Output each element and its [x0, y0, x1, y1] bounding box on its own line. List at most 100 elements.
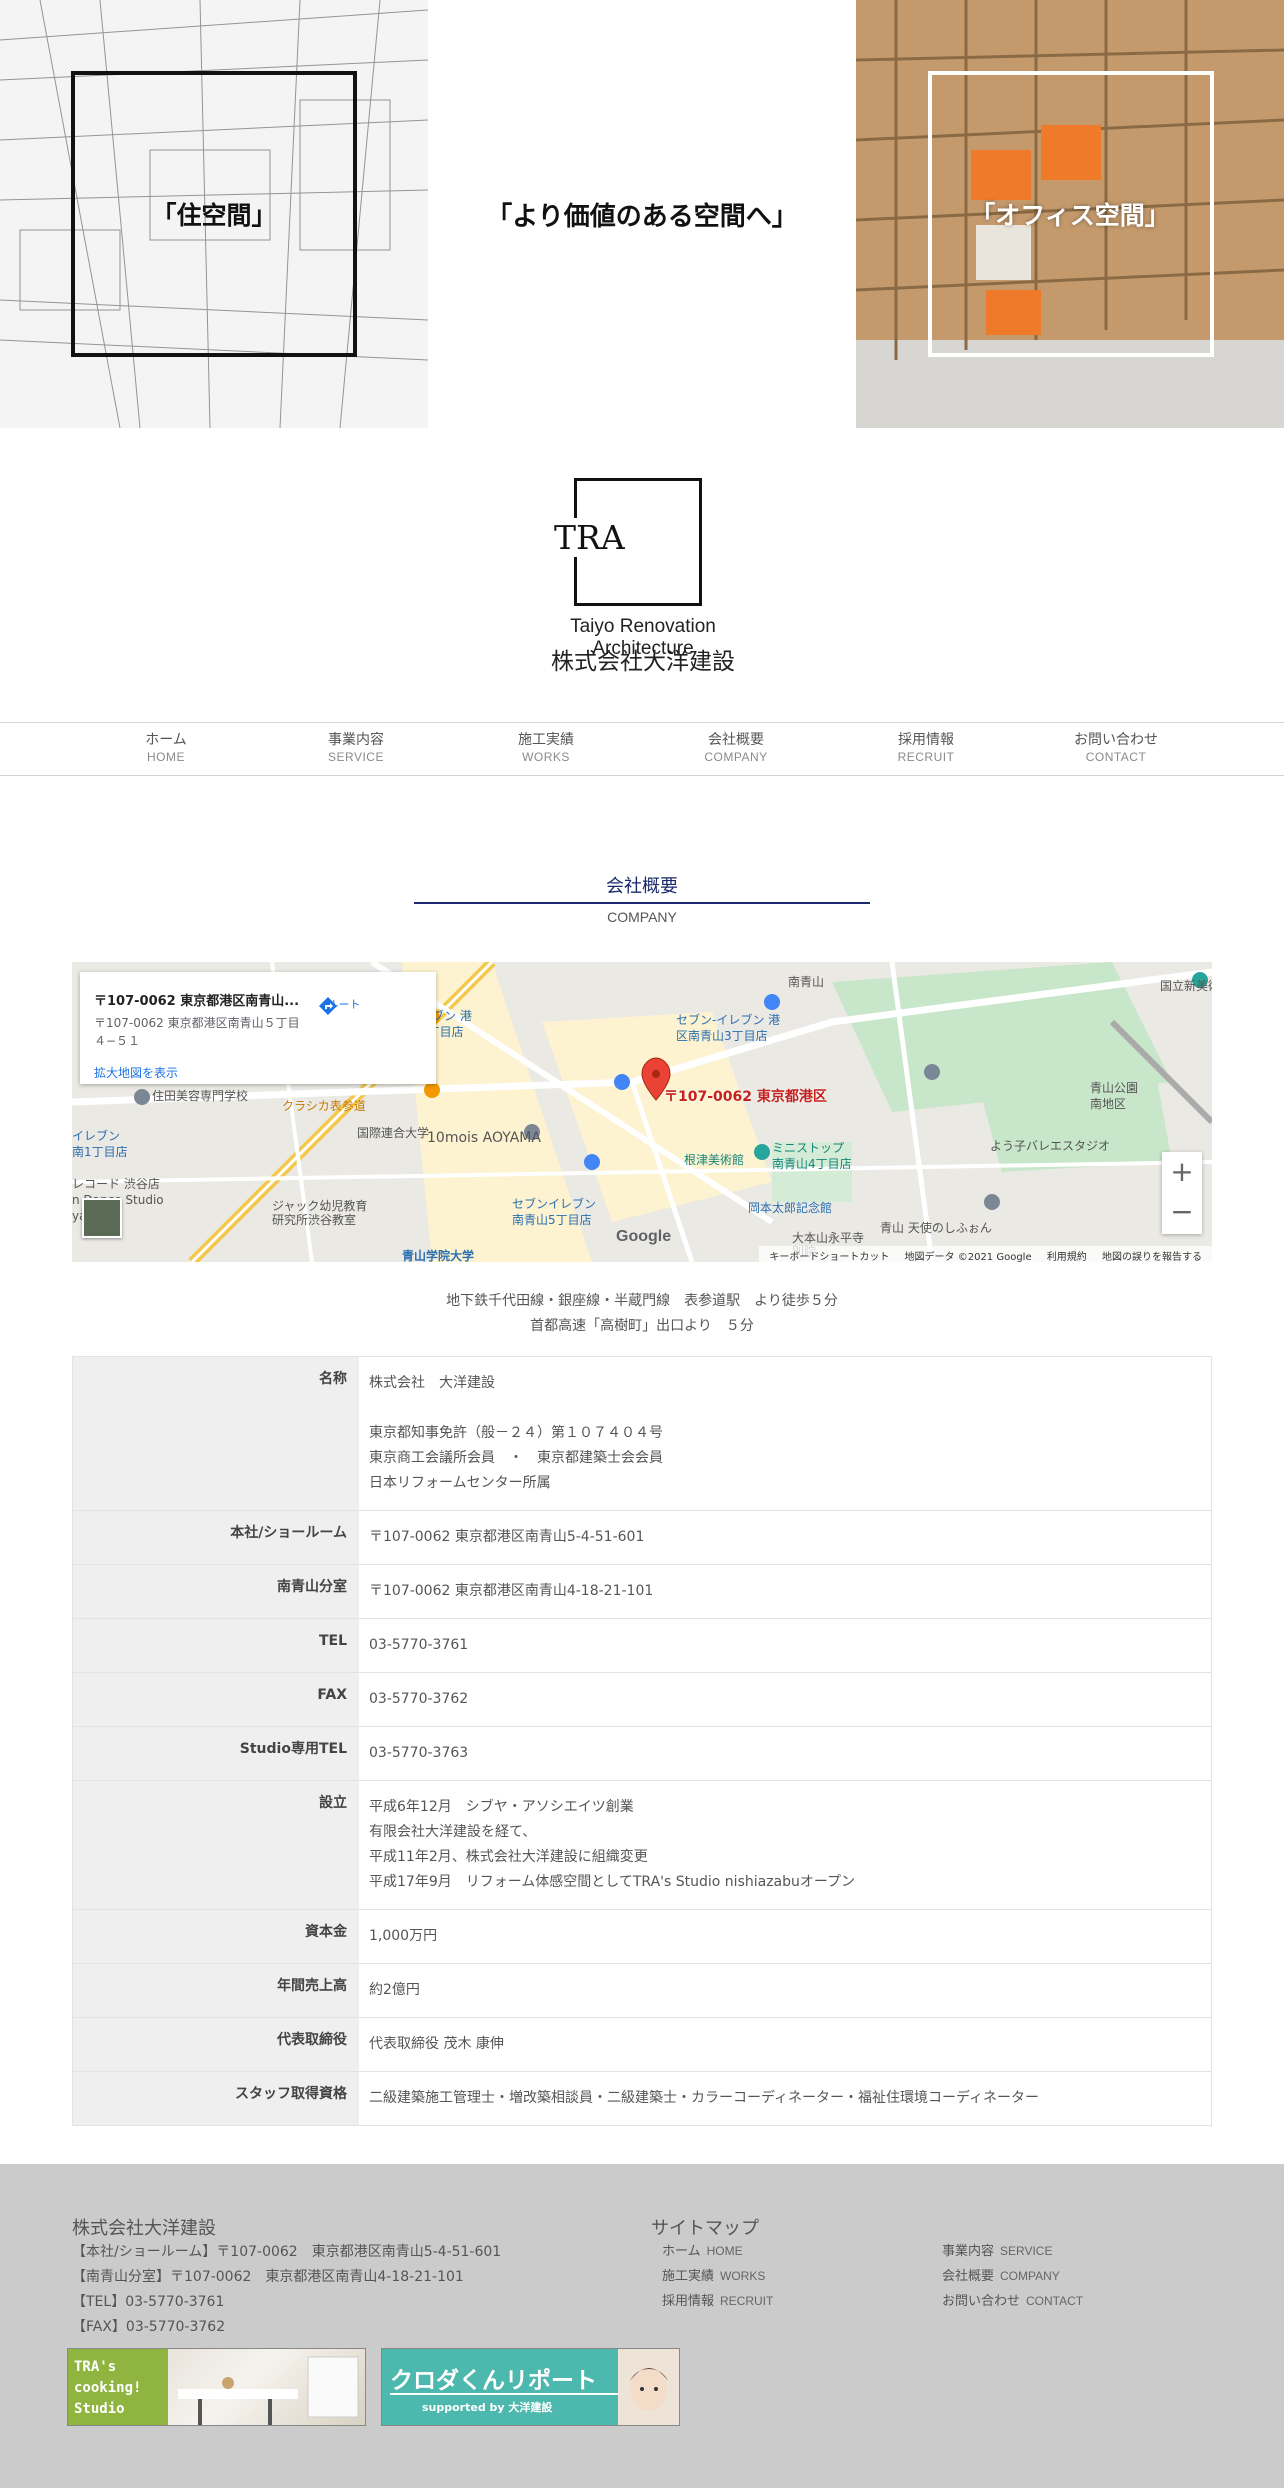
- map-satellite-toggle[interactable]: [82, 1198, 122, 1238]
- report-error-link[interactable]: 地図の誤りを報告する: [1102, 1252, 1202, 1262]
- row-label: 名称: [73, 1357, 359, 1510]
- illustrated-face-image: [618, 2349, 679, 2425]
- row-label: 本社/ショールーム: [73, 1511, 359, 1564]
- row-value: 1,000万円: [359, 1910, 1211, 1963]
- value-line: 〒107-0062 東京都港区南青山4-18-21-101: [369, 1583, 654, 1599]
- row-label: 南青山分室: [73, 1565, 359, 1618]
- sitemap-sublabel: SERVICE: [1000, 2244, 1053, 2258]
- sitemap-sublabel: COMPANY: [1000, 2269, 1060, 2283]
- keyboard-shortcuts-link[interactable]: キーボードショートカット: [769, 1252, 889, 1262]
- google-logo: Google: [616, 1228, 672, 1245]
- nav-item-contact[interactable]: お問い合わせ CONTACT: [1046, 731, 1186, 766]
- zoom-out-button[interactable]: −: [1162, 1192, 1202, 1232]
- value-line: 〒107-0062 東京都港区南青山5-4-51-601: [369, 1529, 645, 1545]
- terms-link[interactable]: 利用規約: [1047, 1252, 1087, 1262]
- svg-text:南青山: 南青山: [788, 974, 824, 989]
- value-line: 平成6年12月 シブヤ・アソシエイツ創業: [369, 1799, 634, 1815]
- row-label: FAX: [73, 1673, 359, 1726]
- hero-residential-panel[interactable]: 「住空間」: [0, 0, 428, 428]
- value-line: 有限会社大洋建設を経て、: [369, 1824, 537, 1840]
- sitemap-link-works[interactable]: 施工実績 WORKS: [662, 2265, 765, 2284]
- nav-item-works[interactable]: 施工実績 WORKS: [476, 731, 616, 766]
- footer-contact: 【本社/ショールーム】〒107-0062 東京都港区南青山5-4-51-601 …: [72, 2240, 501, 2340]
- sitemap-link-company[interactable]: 会社概要 COMPANY: [942, 2265, 1060, 2284]
- value-line: 東京商工会議所会員 ・ 東京都建築士会会員: [369, 1450, 663, 1466]
- sitemap-link-recruit[interactable]: 採用情報 RECRUIT: [662, 2290, 773, 2309]
- nav-sublabel: RECRUIT: [897, 750, 955, 764]
- sitemap-label: 会社概要: [942, 2269, 995, 2284]
- value-line: 03-5770-3763: [369, 1745, 469, 1761]
- nav-item-company[interactable]: 会社概要 COMPANY: [666, 731, 806, 766]
- banner-cooking-text: TRA's cooking! Studio: [74, 2359, 142, 2417]
- row-label: 資本金: [73, 1910, 359, 1963]
- map-enlarge-link[interactable]: 拡大地図を表示: [94, 1064, 178, 1081]
- svg-text:青山 天使のしふぉん: 青山 天使のしふぉん: [880, 1220, 992, 1235]
- value-line: 03-5770-3761: [369, 1637, 469, 1653]
- sitemap-label: 採用情報: [662, 2294, 715, 2309]
- company-logo[interactable]: TRA Taiyo Renovation Architecture 株式会社大洋…: [518, 474, 768, 680]
- nav-item-home[interactable]: ホーム HOME: [96, 731, 236, 766]
- footer-tel: 【TEL】03-5770-3761: [72, 2294, 225, 2310]
- value-line: 代表取締役 茂木 康伸: [369, 2036, 504, 2052]
- nav-label: 施工実績: [518, 732, 574, 748]
- sitemap-label: 施工実績: [662, 2269, 715, 2284]
- map-route-button[interactable]: ルート: [316, 994, 372, 1015]
- svg-text:区南青山3丁目店: 区南青山3丁目店: [676, 1028, 768, 1043]
- row-label: 年間売上高: [73, 1964, 359, 2017]
- nav-label: 会社概要: [708, 732, 764, 748]
- sitemap-link-home[interactable]: ホーム HOME: [662, 2240, 743, 2259]
- row-value: 03-5770-3763: [359, 1727, 1211, 1780]
- nav-item-recruit[interactable]: 採用情報 RECRUIT: [856, 731, 996, 766]
- table-row: 設立 平成6年12月 シブヤ・アソシエイツ創業 有限会社大洋建設を経て、 平成1…: [73, 1780, 1211, 1909]
- row-value: 〒107-0062 東京都港区南青山5-4-51-601: [359, 1511, 1211, 1564]
- logo-japanese-name: 株式会社大洋建設: [551, 649, 735, 675]
- sitemap-label: 事業内容: [942, 2244, 995, 2259]
- table-row: 名称 株式会社 大洋建設 東京都知事免許（般－２４）第１０７４０４号 東京商工会…: [73, 1357, 1211, 1510]
- row-value: 株式会社 大洋建設 東京都知事免許（般－２４）第１０７４０４号 東京商工会議所会…: [359, 1357, 1211, 1510]
- sitemap-title: サイトマップ: [651, 2218, 759, 2239]
- nav-sublabel: HOME: [147, 750, 185, 764]
- nav-label: お問い合わせ: [1074, 732, 1158, 748]
- google-map[interactable]: 表参道 セブン-イレブン 港 区南青山3丁目店 セブンイレブン 港 区北青山3丁…: [72, 962, 1212, 1262]
- svg-text:ミニストップ: ミニストップ: [772, 1141, 844, 1155]
- hero-tagline: 「より価値のある空間へ」: [486, 202, 798, 232]
- hero-office-label: 「オフィス空間」: [970, 201, 1170, 230]
- table-row: 年間売上高 約2億円: [73, 1963, 1211, 2017]
- svg-text:南青山5丁目店: 南青山5丁目店: [512, 1212, 592, 1227]
- map-pin-label: 〒107-0062 東京都港区: [664, 1089, 827, 1105]
- nav-label: 事業内容: [328, 732, 384, 748]
- footer-fax: 【FAX】03-5770-3762: [72, 2319, 226, 2335]
- section-subtitle: COMPANY: [607, 909, 677, 925]
- svg-text:レコード 渋谷店: レコード 渋谷店: [72, 1177, 160, 1191]
- kuroda-report-banner[interactable]: クロダくんリポート supported by 大洋建設: [381, 2348, 680, 2426]
- sitemap-sublabel: RECRUIT: [720, 2294, 774, 2308]
- sitemap-label: お問い合わせ: [942, 2294, 1021, 2309]
- svg-text:南1丁目店: 南1丁目店: [72, 1144, 128, 1159]
- sitemap-link-service[interactable]: 事業内容 SERVICE: [942, 2240, 1052, 2259]
- section-heading: 会社概要 COMPANY: [414, 872, 870, 925]
- sitemap-link-contact[interactable]: お問い合わせ CONTACT: [942, 2290, 1083, 2309]
- svg-text:イレブン: イレブン: [72, 1128, 120, 1143]
- cooking-studio-banner[interactable]: TRA's cooking! Studio: [67, 2348, 366, 2426]
- hero-residential-label: 「住空間」: [151, 201, 277, 230]
- value-line: 日本リフォームセンター所属: [369, 1475, 551, 1491]
- sitemap-sublabel: WORKS: [720, 2269, 766, 2283]
- svg-text:青山公園: 青山公園: [1090, 1081, 1138, 1095]
- map-attribution: キーボードショートカット 地図データ ©2021 Google 利用規約 地図の…: [759, 1246, 1212, 1262]
- svg-text:南地区: 南地区: [1090, 1096, 1126, 1111]
- nav-item-service[interactable]: 事業内容 SERVICE: [286, 731, 426, 766]
- svg-text:国立新美術館: 国立新美術館: [1160, 978, 1212, 993]
- svg-text:南青山4丁目店: 南青山4丁目店: [772, 1156, 852, 1171]
- zoom-in-button[interactable]: +: [1162, 1152, 1202, 1192]
- footer: 株式会社大洋建設 【本社/ショールーム】〒107-0062 東京都港区南青山5-…: [0, 2164, 1284, 2488]
- row-label: TEL: [73, 1619, 359, 1672]
- banner-rule: [390, 2393, 620, 2395]
- sitemap-label: ホーム: [662, 2244, 701, 2259]
- nav-label: ホーム: [145, 732, 187, 748]
- nav-sublabel: COMPANY: [704, 750, 768, 764]
- hero-office-panel[interactable]: 「オフィス空間」: [856, 0, 1284, 428]
- nav-sublabel: CONTACT: [1085, 750, 1147, 764]
- row-label: 設立: [73, 1781, 359, 1909]
- map-zoom-control: + −: [1162, 1152, 1202, 1234]
- row-label: 代表取締役: [73, 2018, 359, 2071]
